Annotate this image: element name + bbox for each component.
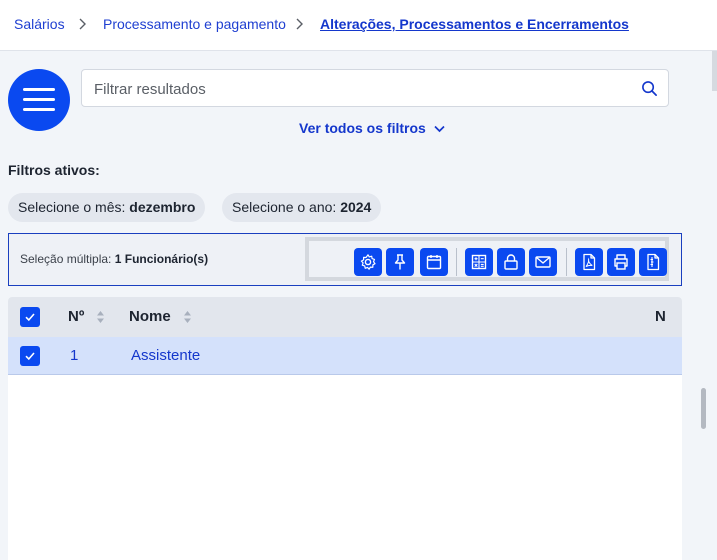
print-button[interactable] bbox=[607, 248, 635, 276]
chip-label: Selecione o mês: bbox=[18, 199, 126, 215]
column-header-n[interactable]: N bbox=[655, 308, 666, 325]
column-header-name[interactable]: Nome bbox=[129, 308, 192, 325]
all-filters-link[interactable]: Ver todos os filtros bbox=[299, 120, 445, 136]
filter-chip-month[interactable]: Selecione o mês: dezembro bbox=[8, 193, 206, 222]
sort-icon bbox=[97, 311, 105, 324]
table-header: Nº Nome N bbox=[8, 297, 682, 337]
search-icon[interactable] bbox=[641, 80, 658, 97]
all-filters-label: Ver todos os filtros bbox=[299, 120, 426, 136]
chevron-right-icon bbox=[296, 18, 303, 30]
breadcrumb-current[interactable]: Alterações, Processamentos e Encerrament… bbox=[320, 16, 629, 32]
hamburger-icon-line bbox=[23, 108, 55, 111]
pdf-icon bbox=[583, 253, 596, 271]
cell-name[interactable]: Assistente bbox=[131, 347, 200, 364]
chevron-right-icon bbox=[79, 18, 86, 30]
calculator-button[interactable] bbox=[465, 248, 493, 276]
document-icon bbox=[647, 253, 660, 271]
chip-label: Selecione o ano: bbox=[232, 199, 337, 215]
lock-button[interactable] bbox=[497, 248, 525, 276]
menu-button[interactable] bbox=[8, 69, 70, 131]
cell-number: 1 bbox=[70, 347, 79, 364]
search-input[interactable] bbox=[92, 70, 626, 108]
mail-icon bbox=[535, 256, 551, 268]
scrollbar-top-segment bbox=[712, 51, 717, 91]
column-header-number-label: Nº bbox=[68, 308, 85, 325]
sort-icon bbox=[183, 311, 191, 324]
toolbar-separator bbox=[456, 248, 457, 276]
chip-value: 2024 bbox=[340, 199, 372, 215]
chevron-down-icon bbox=[434, 126, 445, 133]
selection-count: 1 Funcionário(s) bbox=[114, 252, 209, 266]
lock-icon bbox=[504, 254, 518, 270]
print-icon bbox=[614, 254, 628, 270]
breadcrumb-salarios[interactable]: Salários bbox=[14, 16, 65, 32]
pdf-button[interactable] bbox=[575, 248, 603, 276]
scrollbar-track[interactable] bbox=[696, 51, 717, 560]
multi-selection-bar: Seleção múltipla: 1 Funcionário(s) bbox=[8, 233, 682, 286]
toolbar-separator bbox=[566, 248, 567, 276]
column-header-name-label: Nome bbox=[129, 308, 171, 325]
calendar-button[interactable] bbox=[420, 248, 448, 276]
row-checkbox[interactable] bbox=[20, 346, 40, 366]
select-all-checkbox[interactable] bbox=[20, 307, 40, 327]
breadcrumb-processamento[interactable]: Processamento e pagamento bbox=[103, 16, 286, 32]
calculator-icon bbox=[471, 254, 487, 270]
action-toolbar bbox=[305, 237, 669, 281]
email-button[interactable] bbox=[529, 248, 557, 276]
calendar-icon bbox=[426, 255, 442, 270]
pin-button[interactable] bbox=[386, 248, 414, 276]
selection-label: Seleção múltipla: 1 Funcionário(s) bbox=[20, 252, 208, 266]
check-icon bbox=[25, 313, 35, 322]
filter-chip-year[interactable]: Selecione o ano: 2024 bbox=[222, 193, 382, 222]
table-row[interactable]: 1 Assistente bbox=[8, 337, 682, 375]
hamburger-icon-line bbox=[23, 98, 55, 101]
active-filters-title: Filtros ativos: bbox=[8, 162, 100, 178]
employees-table: Nº Nome N 1 Assistente bbox=[8, 297, 682, 560]
column-header-number[interactable]: Nº bbox=[68, 308, 105, 325]
scrollbar-thumb[interactable] bbox=[701, 388, 706, 429]
pin-icon bbox=[394, 254, 406, 270]
document-button[interactable] bbox=[639, 248, 667, 276]
chip-value: dezembro bbox=[129, 199, 196, 215]
check-icon bbox=[25, 352, 35, 361]
search-box bbox=[81, 69, 669, 108]
selection-label-text: Seleção múltipla: bbox=[20, 252, 112, 266]
gear-icon bbox=[360, 254, 376, 270]
hamburger-icon bbox=[23, 88, 55, 91]
settings-button[interactable] bbox=[354, 248, 382, 276]
breadcrumb: Salários Processamento e pagamento Alter… bbox=[0, 0, 717, 51]
